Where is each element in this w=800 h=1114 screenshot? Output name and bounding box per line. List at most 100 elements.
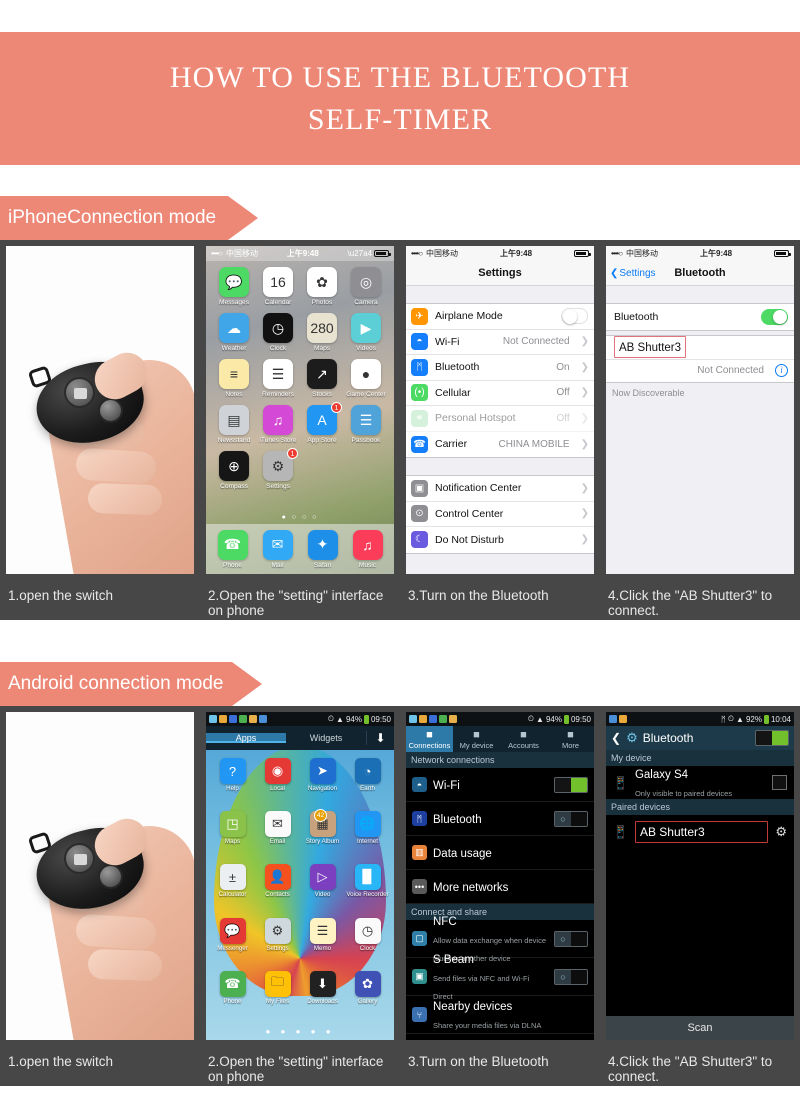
gear-icon[interactable]: ⚙	[775, 824, 787, 840]
settings-tab[interactable]: ■ My device	[453, 726, 500, 752]
navigation-icon[interactable]: ➤	[309, 758, 336, 784]
download-icon[interactable]: ⬇	[366, 731, 394, 745]
help-icon[interactable]: ?	[219, 758, 246, 784]
email-icon[interactable]: ✉	[264, 811, 291, 838]
app-tile[interactable]: ✿ Gallery	[345, 970, 390, 1022]
visibility-checkbox[interactable]	[772, 775, 787, 790]
app-tile[interactable]: 🗀 My Files	[255, 970, 300, 1022]
itunes-store-icon[interactable]: ♫	[263, 405, 293, 435]
tab-apps[interactable]: Apps	[206, 733, 286, 743]
app-tile[interactable]: ☁ Weather	[212, 313, 256, 352]
settings-row[interactable]: ◓ Wi-Fi Not Connected ❯	[406, 330, 594, 355]
bluetooth-toggle-row[interactable]: Bluetooth	[606, 304, 794, 330]
settings-row[interactable]: ☎ Carrier CHINA MOBILE ❯	[406, 432, 594, 458]
app-tile[interactable]: 🌐 Internet	[345, 811, 390, 862]
back-arrow-icon[interactable]: ❮	[611, 731, 621, 745]
app-tile[interactable]: ♫ iTunes Store	[256, 405, 300, 444]
app-tile[interactable]: ▦ 42 Story Album	[300, 809, 345, 862]
settings-row[interactable]: ᛗ Bluetooth On ❯	[406, 355, 594, 381]
phone-icon[interactable]: ☎	[217, 529, 248, 560]
row-switch[interactable]: ○	[554, 968, 588, 985]
app-tile[interactable]: A 1 App Store	[300, 402, 344, 444]
my-files-icon[interactable]: 🗀	[264, 970, 291, 997]
scan-button[interactable]: Scan	[606, 1016, 794, 1040]
dock-app[interactable]: ✉ Mail	[262, 529, 293, 569]
memo-icon[interactable]: ☰	[309, 917, 336, 944]
local-icon[interactable]: ◉	[264, 758, 291, 784]
voice-recorder-icon[interactable]: ▉	[354, 864, 381, 891]
settings-row[interactable]: ◓ Wi-Fi	[406, 768, 594, 802]
app-tile[interactable]: ☰ Passbook	[344, 405, 388, 444]
app-tile[interactable]: ▤ Newsstand	[212, 405, 256, 444]
maps-icon[interactable]: 280	[307, 313, 337, 343]
downloads-icon[interactable]: ⬇	[309, 970, 336, 997]
earth-icon[interactable]: ◔	[354, 758, 381, 784]
calendar-icon[interactable]: 16	[263, 267, 293, 297]
back-to-settings-button[interactable]: ❮ Settings	[610, 268, 656, 279]
clock-icon[interactable]: ◷	[263, 313, 293, 343]
app-tile[interactable]: ⬇ Downloads	[300, 970, 345, 1022]
contacts-icon[interactable]: 👤	[264, 864, 291, 891]
messenger-icon[interactable]: 💬	[219, 917, 246, 944]
settings-row[interactable]: ☾ Do Not Disturb ❯	[406, 527, 594, 553]
app-tile[interactable]: ☰ Reminders	[256, 359, 300, 398]
app-tile[interactable]: ● Game Center	[344, 359, 388, 398]
photos-icon[interactable]: ✿	[307, 267, 337, 297]
app-tile[interactable]: ◉ Local	[255, 758, 300, 809]
gallery-icon[interactable]: ✿	[354, 970, 381, 997]
app-tile[interactable]: ↗ Stocks	[300, 359, 344, 398]
device-status-row[interactable]: Not Connected i	[606, 360, 794, 382]
app-tile[interactable]: ◷ Clock	[256, 313, 300, 352]
app-tile[interactable]: ⊕ Compass	[212, 451, 256, 490]
maps-icon[interactable]: ◳	[219, 811, 246, 838]
settings-row[interactable]: ⊙ Control Center ❯	[406, 502, 594, 527]
app-tile[interactable]: 💬 Messenger	[210, 917, 255, 969]
video-icon[interactable]: ▷	[309, 864, 336, 891]
row-switch[interactable]: ○	[554, 810, 588, 827]
info-icon[interactable]: i	[775, 364, 788, 377]
app-tile[interactable]: ▷ Video	[300, 864, 345, 915]
my-device-row[interactable]: 📱 Galaxy S4 Only visible to paired devic…	[606, 766, 794, 799]
settings-row[interactable]: ▣ S Beam Send files via NFC and Wi-Fi Dire…	[406, 954, 594, 1001]
bluetooth-master-switch[interactable]	[755, 730, 789, 746]
app-tile[interactable]: ☎ Phone	[210, 970, 255, 1022]
phone-icon[interactable]: ☎	[219, 970, 246, 997]
app-tile[interactable]: 💬 Messages	[212, 267, 256, 306]
app-tile[interactable]: ✉ Email	[255, 811, 300, 862]
game-center-icon[interactable]: ●	[351, 359, 381, 389]
settings-row[interactable]: ⑂ Nearby devices Share your media files vi…	[406, 996, 594, 1034]
camera-icon[interactable]: ◎	[351, 267, 381, 297]
app-tile[interactable]: 16 Calendar	[256, 267, 300, 306]
app-tile[interactable]: ? Help	[210, 758, 255, 809]
weather-icon[interactable]: ☁	[219, 313, 249, 343]
internet-icon[interactable]: 🌐	[354, 811, 381, 838]
app-tile[interactable]: ◔ Earth	[345, 758, 390, 809]
settings-row[interactable]: ⚭ Personal Hotspot Off ❯	[406, 406, 594, 432]
app-tile[interactable]: ⚙ Settings	[255, 917, 300, 969]
app-tile[interactable]: ⚙ 1 Settings	[256, 448, 300, 490]
compass-icon[interactable]: ⊕	[219, 451, 249, 481]
dock-app[interactable]: ☎ Phone	[217, 529, 248, 569]
passbook-icon[interactable]: ☰	[351, 405, 381, 435]
device-row-ab-shutter3[interactable]: AB Shutter3	[606, 336, 794, 360]
app-tile[interactable]: 👤 Contacts	[255, 864, 300, 915]
settings-row[interactable]: ✈ Airplane Mode	[406, 304, 594, 330]
stocks-icon[interactable]: ↗	[307, 359, 337, 389]
dock-app[interactable]: ♫ Music	[352, 529, 383, 569]
settings-tab[interactable]: ■ Connections	[406, 726, 453, 752]
music-icon[interactable]: ♫	[352, 529, 383, 560]
app-tile[interactable]: ◳ Maps	[210, 811, 255, 862]
row-switch[interactable]	[554, 776, 588, 793]
dock-app[interactable]: ✦ Safari	[307, 529, 338, 569]
app-tile[interactable]: ☰ Memo	[300, 917, 345, 969]
app-tile[interactable]: ◷ Clock	[345, 917, 390, 969]
videos-icon[interactable]: ▶	[351, 313, 381, 343]
app-tile[interactable]: ➤ Navigation	[300, 758, 345, 809]
messages-icon[interactable]: 💬	[219, 267, 249, 297]
row-switch[interactable]: ○	[554, 930, 588, 947]
app-tile[interactable]: 280 Maps	[300, 313, 344, 352]
bluetooth-toggle-switch[interactable]	[761, 308, 788, 325]
settings-row[interactable]: ᛗ Bluetooth ○	[406, 802, 594, 836]
app-tile[interactable]: ▶ Videos	[344, 313, 388, 352]
settings-tab[interactable]: ■ Accounts	[500, 726, 547, 752]
